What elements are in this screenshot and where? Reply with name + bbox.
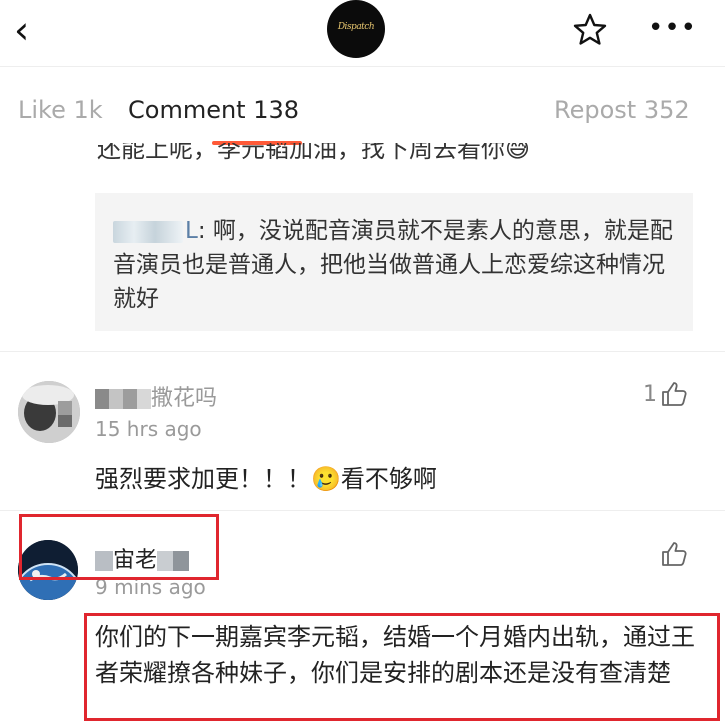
avatar-image [18, 381, 80, 443]
avatar-logo-text: Dispatch [337, 22, 375, 32]
tab-repost[interactable]: Repost 352 [554, 96, 690, 124]
username-visible-fragment: 撒花吗 [151, 386, 218, 411]
thumb-up-icon[interactable] [660, 380, 688, 408]
tab-comment[interactable]: Comment 138 [128, 96, 299, 124]
comment-text: 强烈要求加更！！！🥲看不够啊 [95, 465, 437, 493]
reply-name-fragment: L [185, 218, 198, 244]
more-icon[interactable]: ••• [648, 15, 696, 41]
avatar[interactable] [18, 381, 80, 443]
quoted-reply: L: 啊，没说配音演员就不是素人的意思，就是配音演员也是普通人，把他当做普通人上… [113, 214, 683, 316]
timestamp: 15 hrs ago [95, 417, 202, 441]
back-icon[interactable]: ‹ [14, 11, 44, 49]
annotation-box-username [19, 514, 219, 580]
blurred-username [113, 220, 183, 243]
partial-comment-text: 还能上呢，李元韬加油，找下周去看你😅 [97, 143, 531, 163]
divider [0, 351, 725, 352]
account-avatar[interactable]: Dispatch [327, 0, 385, 58]
divider [0, 510, 725, 511]
like-count: 1 [643, 382, 657, 407]
star-icon[interactable] [572, 12, 608, 48]
username[interactable]: 撒花吗 [95, 380, 217, 412]
partial-comment: 还能上呢，李元韬加油，找下周去看你😅 [97, 143, 657, 173]
thumb-up-icon[interactable] [660, 540, 688, 568]
reply-text: : 啊，没说配音演员就不是素人的意思，就是配音演员也是普通人，把他当做普通人上恋… [113, 218, 673, 312]
annotation-box-comment [84, 613, 720, 721]
tab-like[interactable]: Like 1k [18, 96, 103, 124]
